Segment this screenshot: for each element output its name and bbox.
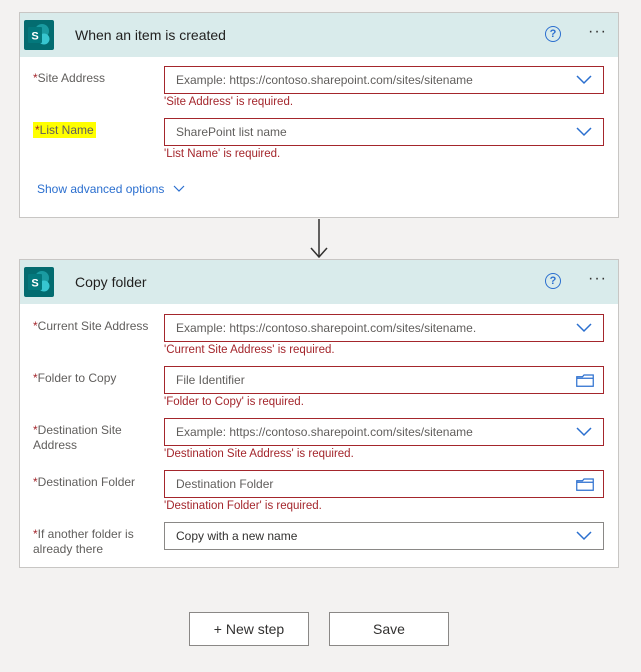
site-address-placeholder: Example: https://contoso.sharepoint.com/… [176,73,473,87]
show-advanced-options-link[interactable]: Show advanced options [37,182,185,196]
sharepoint-icon: S [24,20,54,50]
list-name-label: *List Name [33,122,96,138]
list-name-placeholder: SharePoint list name [176,125,287,139]
more-options-icon[interactable]: ··· [588,24,607,40]
chevron-down-icon [576,75,592,85]
trigger-card-header[interactable]: S When an item is created ? ··· [20,13,618,57]
conflict-behavior-dropdown[interactable]: Copy with a new name [164,522,604,550]
current-site-address-error: 'Current Site Address' is required. [164,344,335,356]
site-address-error: 'Site Address' is required. [164,96,294,108]
chevron-down-icon [576,531,592,541]
chevron-down-icon [576,127,592,137]
destination-site-address-dropdown[interactable]: Example: https://contoso.sharepoint.com/… [164,418,604,446]
folder-icon[interactable] [576,478,594,491]
destination-folder-input[interactable]: Destination Folder [164,470,604,498]
current-site-address-label: *Current Site Address [33,319,149,333]
help-icon[interactable]: ? [545,273,561,289]
destination-site-address-error: 'Destination Site Address' is required. [164,448,354,460]
svg-text:S: S [31,31,38,43]
site-address-label: *Site Address [33,71,106,85]
copy-folder-card-header[interactable]: S Copy folder ? ··· [20,260,618,304]
conflict-behavior-label: *If another folder is already there [33,527,134,556]
sharepoint-icon: S [24,267,54,297]
new-step-button[interactable]: + New step [189,612,309,646]
destination-folder-placeholder: Destination Folder [176,477,274,491]
list-name-dropdown[interactable]: SharePoint list name [164,118,604,146]
trigger-title: When an item is created [75,27,226,43]
folder-to-copy-error: 'Folder to Copy' is required. [164,396,304,408]
site-address-dropdown[interactable]: Example: https://contoso.sharepoint.com/… [164,66,604,94]
destination-site-address-placeholder: Example: https://contoso.sharepoint.com/… [176,425,473,439]
folder-icon[interactable] [576,374,594,387]
chevron-down-icon [576,323,592,333]
current-site-address-placeholder: Example: https://contoso.sharepoint.com/… [176,321,477,335]
destination-site-address-label: *Destination Site Address [33,423,122,452]
more-options-icon[interactable]: ··· [588,271,607,287]
trigger-card: S When an item is created ? ··· *Site Ad… [19,12,619,218]
help-icon[interactable]: ? [545,26,561,42]
current-site-address-dropdown[interactable]: Example: https://contoso.sharepoint.com/… [164,314,604,342]
folder-to-copy-input[interactable]: File Identifier [164,366,604,394]
folder-to-copy-label: *Folder to Copy [33,371,117,385]
copy-folder-title: Copy folder [75,274,147,290]
arrow-down-icon [310,219,328,259]
chevron-down-icon [174,185,185,192]
svg-text:S: S [31,278,38,290]
copy-folder-card: S Copy folder ? ··· *Current Site Addres… [19,259,619,568]
destination-folder-error: 'Destination Folder' is required. [164,500,322,512]
chevron-down-icon [576,427,592,437]
destination-folder-label: *Destination Folder [33,475,136,489]
list-name-error: 'List Name' is required. [164,148,281,160]
save-button[interactable]: Save [329,612,449,646]
show-advanced-options-label: Show advanced options [37,182,165,196]
conflict-behavior-value: Copy with a new name [176,529,298,543]
folder-to-copy-placeholder: File Identifier [176,373,245,387]
